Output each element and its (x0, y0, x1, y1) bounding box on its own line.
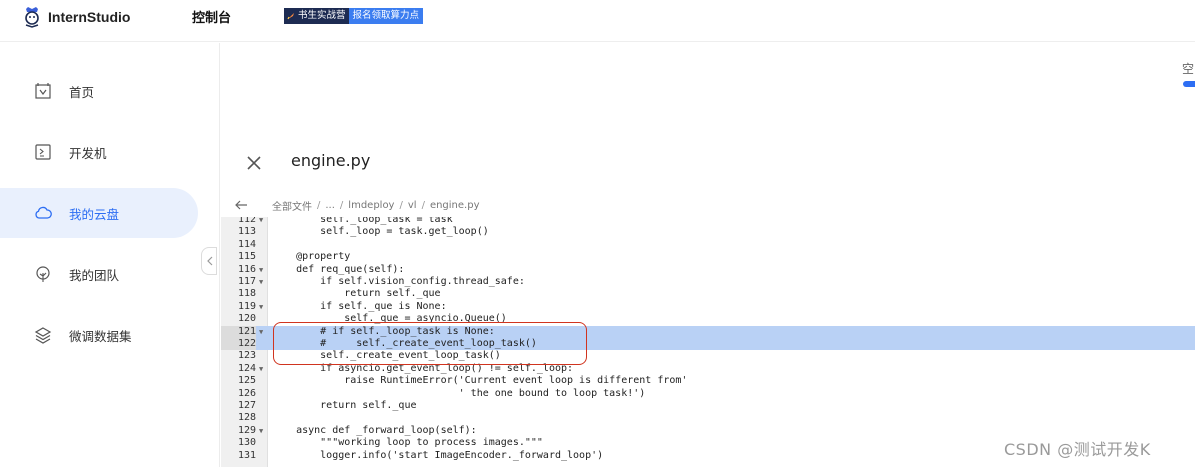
breadcrumb-item-file: engine.py (429, 199, 480, 211)
line-number: 124 (237, 362, 256, 374)
team-icon (36, 266, 50, 282)
breadcrumb-separator: / (317, 199, 321, 211)
sidebar-item-datasets[interactable]: 微调数据集 (0, 310, 198, 360)
line-number: 112 (237, 217, 256, 225)
code-text: async def _forward_loop(self): (272, 424, 477, 436)
sidebar-item-team[interactable]: 我的团队 (0, 249, 198, 299)
code-line[interactable]: 119 ▼ if self._que is None: (221, 301, 1195, 313)
code-text: """working loop to process images.""" (272, 437, 543, 449)
logo-icon (25, 7, 39, 28)
line-number: 120 (237, 313, 256, 325)
promo-banner[interactable]: 书生实战营 报名领取算力点 (284, 8, 424, 24)
fold-toggle-icon[interactable]: ▼ (259, 301, 263, 313)
code-text: return self._que (272, 400, 417, 411)
sidebar: 首页 开发机 我的云盘 我的团队 微调数据集 (0, 43, 220, 467)
fold-toggle-icon[interactable]: ▼ (259, 264, 263, 276)
code-line[interactable]: 115 @property (221, 251, 1195, 263)
code-line[interactable]: 126 ' the one bound to loop task!') (221, 388, 1195, 400)
home-icon (35, 83, 51, 99)
annotation-highlight-box (273, 322, 587, 365)
line-number: 121 (221, 325, 256, 338)
breadcrumb-separator: / (421, 199, 425, 211)
breadcrumb-item-root[interactable]: 全部文件 (272, 198, 312, 213)
line-number: 127 (237, 400, 256, 411)
code-text: if self.vision_config.thread_safe: (272, 276, 525, 287)
line-number: 116 (237, 263, 256, 275)
fold-toggle-icon[interactable]: ▼ (259, 326, 263, 338)
breadcrumb: 全部文件 / ... / lmdeploy / vl / engine.py (230, 194, 1195, 216)
breadcrumb-separator: / (339, 199, 344, 211)
line-number: 126 (237, 387, 256, 399)
cloud-icon (35, 206, 52, 219)
code-line[interactable]: 114 (221, 239, 1195, 251)
sidebar-item-home[interactable]: 首页 (0, 66, 198, 116)
breadcrumb-item-vl[interactable]: vl (408, 200, 417, 211)
logo-text: InternStudio (48, 9, 131, 25)
line-number: 125 (237, 375, 256, 387)
back-arrow-icon[interactable] (234, 199, 248, 211)
chevron-left-icon (207, 256, 213, 266)
code-text: self._loop_task = task (272, 217, 453, 225)
sidebar-item-label: 首页 (69, 84, 95, 100)
code-line[interactable]: 128 (221, 412, 1195, 424)
sidebar-collapse-button[interactable] (201, 247, 217, 275)
code-text: logger.info('start ImageEncoder._forward… (272, 449, 604, 461)
layers-icon (34, 327, 52, 344)
line-number: 114 (237, 238, 256, 250)
sidebar-item-label: 微调数据集 (69, 328, 132, 344)
line-number: 122 (221, 338, 256, 351)
line-number: 119 (237, 300, 256, 312)
code-line[interactable]: 116 ▼ def req_que(self): (221, 264, 1195, 276)
promo-signup: 报名领取算力点 (348, 8, 424, 24)
code-text: return self._que (272, 288, 441, 300)
code-text: self._loop = task.get_loop() (272, 226, 489, 238)
code-text: if self._que is None: (272, 300, 447, 312)
code-line[interactable]: 117 ▼ if self.vision_config.thread_safe: (221, 276, 1195, 288)
sidebar-item-label: 我的云盘 (69, 206, 120, 222)
promo-camp: 书生实战营 (284, 8, 349, 24)
code-line[interactable]: 127 return self._que (221, 400, 1195, 412)
line-number: 131 (237, 449, 256, 461)
right-tab-fragment[interactable]: 空 (1182, 60, 1194, 77)
sidebar-item-label: 我的团队 (69, 267, 120, 283)
code-text: @property (272, 251, 351, 263)
line-number: 118 (237, 288, 256, 300)
line-number: 115 (237, 251, 256, 263)
promo-camp-label: 书生实战营 (298, 10, 346, 21)
top-bar: InternStudio 控制台 书生实战营 报名领取算力点 (0, 0, 1195, 42)
file-title: engine.py (291, 151, 371, 170)
fold-toggle-icon[interactable]: ▼ (259, 276, 263, 288)
code-text: ' the one bound to loop task!') (272, 387, 646, 399)
terminal-icon (35, 144, 51, 160)
breadcrumb-item-ellipsis[interactable]: ... (325, 200, 335, 211)
close-icon[interactable] (246, 155, 262, 171)
breadcrumb-item-lmdeploy[interactable]: lmdeploy (348, 200, 394, 211)
code-text: raise RuntimeError('Current event loop i… (272, 375, 688, 387)
sidebar-item-cloud-drive[interactable]: 我的云盘 (0, 188, 198, 238)
fold-toggle-icon[interactable]: ▼ (259, 425, 263, 437)
code-line[interactable]: 118 return self._que (221, 288, 1195, 300)
fold-toggle-icon[interactable]: ▼ (259, 217, 263, 226)
watermark: CSDN @测试开发K (1004, 440, 1151, 459)
main-header-area (221, 43, 1195, 135)
console-link[interactable]: 控制台 (192, 7, 231, 26)
logo[interactable]: InternStudio (22, 6, 130, 28)
line-number: 130 (237, 437, 256, 449)
code-line[interactable]: 112 ▼ self._loop_task = task (221, 217, 1195, 226)
sidebar-item-devmachine[interactable]: 开发机 (0, 127, 198, 177)
rocket-icon (287, 13, 294, 20)
line-number: 129 (237, 424, 256, 436)
breadcrumb-separator: / (399, 199, 403, 211)
line-number: 123 (237, 350, 256, 362)
code-line[interactable]: 113 self._loop = task.get_loop() (221, 226, 1195, 238)
right-progress-fragment (1183, 81, 1195, 87)
line-number: 113 (237, 226, 256, 238)
code-line[interactable]: 125 raise RuntimeError('Current event lo… (221, 375, 1195, 387)
line-number: 117 (237, 276, 256, 287)
code-text: def req_que(self): (272, 263, 405, 275)
line-number: 128 (237, 412, 256, 424)
fold-toggle-icon[interactable]: ▼ (259, 363, 263, 375)
sidebar-item-label: 开发机 (69, 145, 107, 161)
